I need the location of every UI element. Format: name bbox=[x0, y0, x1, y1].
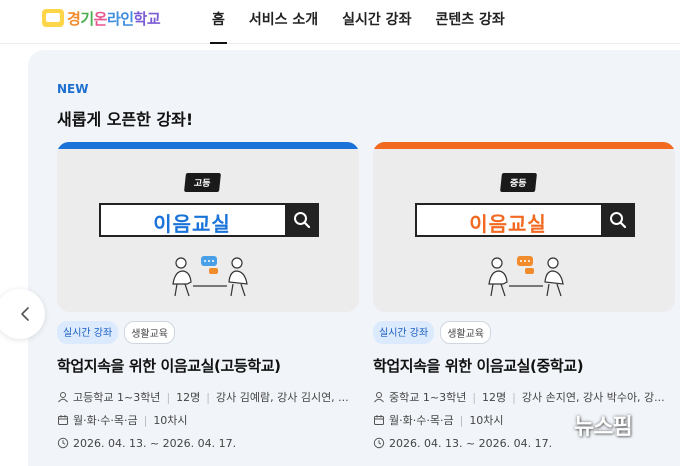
course-tags: 실시간 강좌 생활교육 bbox=[373, 321, 675, 344]
course-days: 월·화·수·목·금 bbox=[389, 414, 454, 427]
separator: | bbox=[512, 390, 516, 404]
main-nav: 홈 서비스 소개 실시간 강좌 콘텐츠 강좌 bbox=[210, 0, 529, 44]
section-title: 새롭게 오픈한 강좌! bbox=[57, 110, 194, 129]
level-badge: 중등 bbox=[500, 173, 537, 192]
course-card[interactable]: 고등 이음교실 실시간 강좌 생활교육 학업지속을 위한 이음교실(고등학교) … bbox=[57, 142, 359, 458]
calendar-icon bbox=[374, 415, 384, 425]
tag-category: 생활교육 bbox=[440, 321, 491, 344]
meta-target: 중학교 1~3학년 | 12명 | 강사 손지연, 강사 박수아, 강... bbox=[373, 389, 675, 405]
nav-service-intro[interactable]: 서비스 소개 bbox=[249, 0, 318, 44]
logo-char: 경 bbox=[67, 9, 81, 28]
logo-char: 기 bbox=[80, 9, 94, 28]
logo-char: 라인 bbox=[106, 9, 134, 28]
counseling-illustration bbox=[172, 256, 248, 297]
course-title[interactable]: 학업지속을 위한 이음교실(중학교) bbox=[373, 355, 675, 376]
site-header: 경기온라인학교 홈 서비스 소개 실시간 강좌 콘텐츠 강좌 bbox=[0, 0, 680, 44]
separator: | bbox=[472, 390, 477, 404]
thumbnail-accent-bar bbox=[373, 142, 675, 149]
watermark: 뉴스핌 bbox=[574, 415, 633, 440]
course-sessions: 10차시 bbox=[469, 414, 504, 427]
user-icon bbox=[374, 392, 384, 403]
nav-home[interactable]: 홈 bbox=[210, 0, 227, 44]
course-period: 2026. 04. 13. ~ 2026. 04. 17. bbox=[73, 436, 237, 450]
monitor-icon bbox=[42, 9, 64, 27]
thumbnail-accent-bar bbox=[57, 142, 359, 149]
course-teachers: 강사 김예람, 강사 김시연, ... bbox=[216, 391, 349, 404]
course-capacity: 12명 bbox=[176, 391, 201, 404]
clock-icon bbox=[373, 437, 385, 449]
separator: | bbox=[206, 390, 210, 404]
thumbnail-word: 이음교실 bbox=[153, 212, 231, 236]
nav-live-courses[interactable]: 실시간 강좌 bbox=[342, 0, 411, 44]
course-thumbnail[interactable]: 중등 이음교실 bbox=[373, 142, 675, 312]
clock-icon bbox=[57, 437, 69, 449]
search-icon bbox=[601, 203, 635, 237]
tag-category: 생활교육 bbox=[124, 321, 175, 344]
course-title[interactable]: 학업지속을 위한 이음교실(고등학교) bbox=[57, 355, 359, 376]
course-teachers: 강사 손지연, 강사 박수아, 강... bbox=[521, 391, 665, 404]
logo-text: 경기온라인학교 bbox=[67, 8, 161, 29]
meta-period: 2026. 04. 13. ~ 2026. 04. 17. bbox=[57, 435, 359, 451]
tag-live: 실시간 강좌 bbox=[373, 321, 435, 344]
meta-schedule: 월·화·수·목·금 | 10차시 bbox=[57, 412, 359, 428]
course-grade: 중학교 1~3학년 bbox=[389, 391, 467, 404]
new-label: NEW bbox=[57, 82, 89, 96]
separator: | bbox=[459, 413, 464, 427]
course-sessions: 10차시 bbox=[153, 414, 188, 427]
chevron-left-icon bbox=[21, 307, 29, 321]
user-icon bbox=[58, 392, 68, 403]
nav-content-courses[interactable]: 콘텐츠 강좌 bbox=[435, 0, 504, 44]
course-capacity: 12명 bbox=[482, 391, 507, 404]
meta-target: 고등학교 1~3학년 | 12명 | 강사 김예람, 강사 김시연, ... bbox=[57, 389, 359, 405]
logo-char: 학교 bbox=[133, 9, 161, 28]
thumbnail-searchbox: 이음교실 bbox=[415, 203, 635, 237]
calendar-icon bbox=[58, 415, 68, 425]
thumbnail-searchbox: 이음교실 bbox=[99, 203, 319, 237]
site-logo[interactable]: 경기온라인학교 bbox=[42, 7, 161, 29]
separator: | bbox=[166, 390, 171, 404]
thumbnail-word: 이음교실 bbox=[469, 212, 547, 236]
search-icon bbox=[285, 203, 319, 237]
logo-char: 온 bbox=[93, 9, 108, 28]
course-meta: 고등학교 1~3학년 | 12명 | 강사 김예람, 강사 김시연, ... 월·화… bbox=[57, 389, 359, 451]
course-days: 월·화·수·목·금 bbox=[73, 414, 138, 427]
tag-live: 실시간 강좌 bbox=[57, 321, 119, 344]
level-badge: 고등 bbox=[184, 173, 221, 192]
separator: | bbox=[143, 413, 148, 427]
counseling-illustration bbox=[488, 256, 564, 297]
course-grade: 고등학교 1~3학년 bbox=[73, 391, 161, 404]
course-thumbnail[interactable]: 고등 이음교실 bbox=[57, 142, 359, 312]
course-period: 2026. 04. 13. ~ 2026. 04. 17. bbox=[389, 436, 553, 450]
course-tags: 실시간 강좌 생활교육 bbox=[57, 321, 359, 344]
